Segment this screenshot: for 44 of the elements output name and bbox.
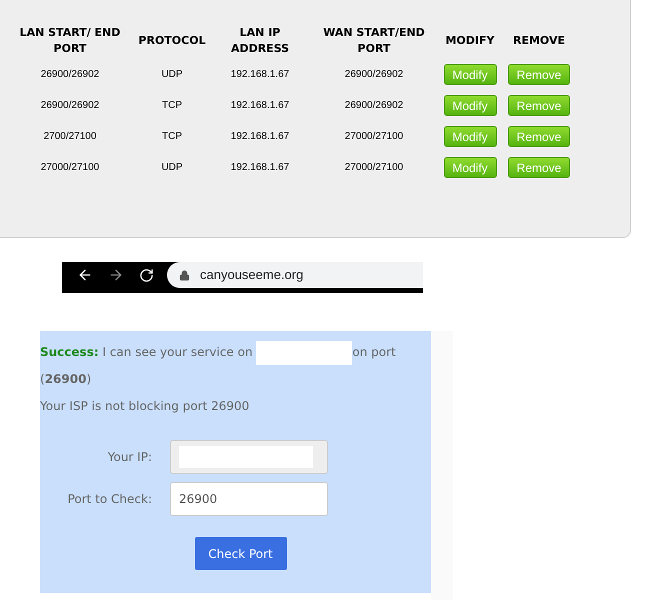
result-message: on port xyxy=(352,345,396,359)
check-port-button[interactable]: Check Port xyxy=(194,537,286,570)
table-cell-text: 192.168.1.67 xyxy=(230,130,290,144)
column-header: LAN IP ADDRESS xyxy=(230,25,290,57)
table-cell-text: 192.168.1.67 xyxy=(230,68,290,82)
table-cell-text: 192.168.1.67 xyxy=(230,99,290,113)
table-cell-text: 27000/27100 xyxy=(344,161,404,175)
forward-icon[interactable] xyxy=(108,267,124,283)
table-cell-text: 192.168.1.67 xyxy=(230,161,290,175)
table-cell-text: 26900/26902 xyxy=(40,68,100,82)
modify-button[interactable]: Modify xyxy=(444,95,496,116)
table-cell-text: UDP xyxy=(161,68,183,82)
remove-button[interactable]: Remove xyxy=(508,95,570,116)
success-label: Success: xyxy=(40,345,99,359)
field-label: Your IP: xyxy=(106,449,153,466)
back-icon[interactable] xyxy=(77,267,93,283)
modify-button[interactable]: Modify xyxy=(444,126,496,147)
lock-icon xyxy=(179,270,190,280)
remove-button[interactable]: Remove xyxy=(508,157,570,178)
table-cell-text: 2700/27100 xyxy=(44,130,96,144)
result-message: I can see your service on xyxy=(102,345,253,359)
table-cell-text: TCP xyxy=(162,99,182,113)
port-field[interactable]: 26900 xyxy=(170,482,328,516)
remove-button[interactable]: Remove xyxy=(508,126,570,147)
column-header: PROTOCOL xyxy=(138,33,206,49)
field-label: Port to Check: xyxy=(66,491,153,508)
table-cell-text: TCP xyxy=(162,130,182,144)
column-header: REMOVE xyxy=(512,33,565,49)
modify-button[interactable]: Modify xyxy=(444,157,496,178)
remove-button[interactable]: Remove xyxy=(508,64,570,85)
port-number: (26900) xyxy=(40,372,92,386)
table-cell-text: 26900/26902 xyxy=(344,68,404,82)
reload-icon[interactable] xyxy=(139,268,154,282)
column-header: WAN START/END PORT xyxy=(322,25,426,57)
isp-note: Your ISP is not blocking port 26900 xyxy=(40,398,250,415)
table-cell-text: 26900/26902 xyxy=(344,99,404,113)
table-cell-text: 27000/27100 xyxy=(40,161,100,175)
column-header: LAN START/ END PORT xyxy=(18,25,122,57)
column-header: MODIFY xyxy=(445,33,494,49)
table-cell-text: UDP xyxy=(161,161,183,175)
address-bar[interactable]: canyouseeme.org xyxy=(167,262,423,288)
table-cell-text: 26900/26902 xyxy=(40,99,100,113)
table-cell-text: 27000/27100 xyxy=(344,130,404,144)
modify-button[interactable]: Modify xyxy=(444,64,496,85)
